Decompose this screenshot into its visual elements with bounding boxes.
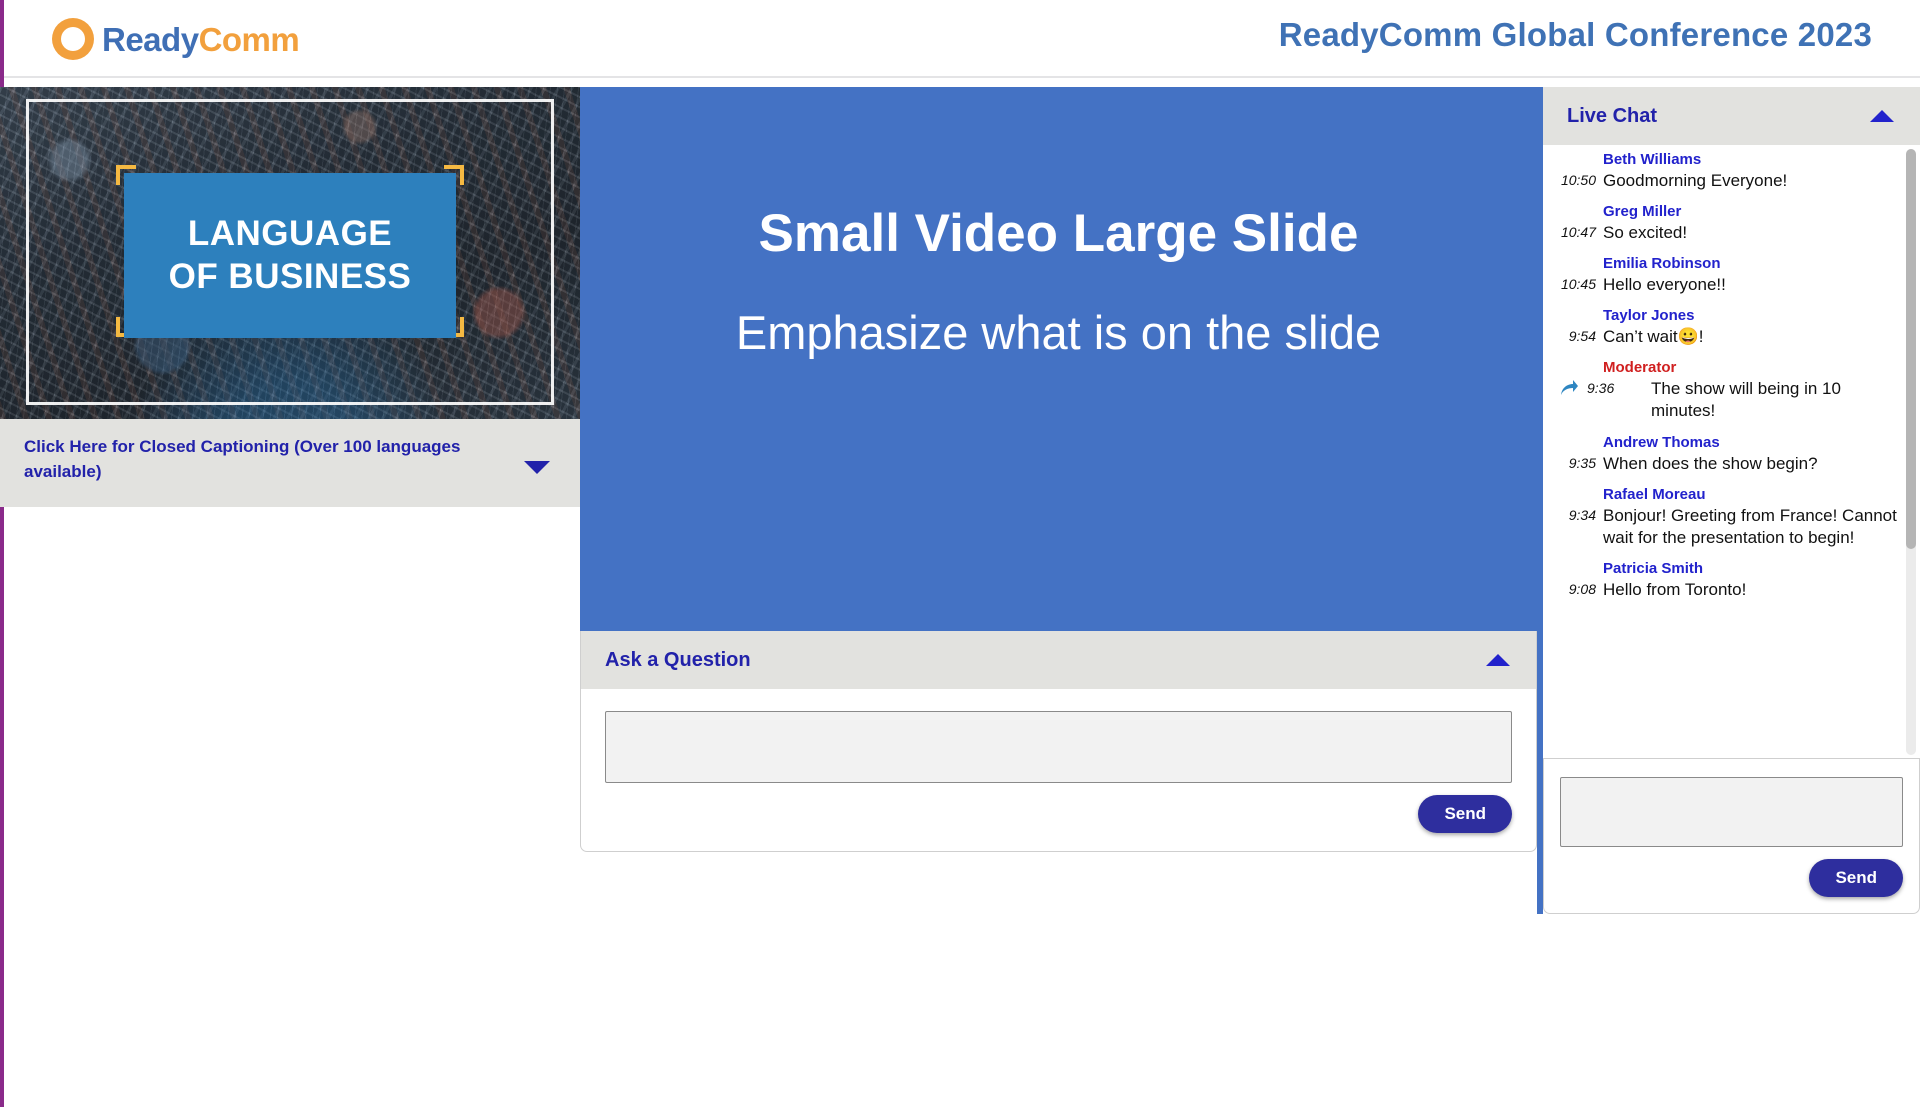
live-chat-compose: Send <box>1543 759 1920 914</box>
chat-message-text: Hello everyone!! <box>1603 275 1726 295</box>
chat-message: Greg Miller 10:47 So excited! <box>1553 203 1898 244</box>
chat-message-text: Can’t wait😀! <box>1603 327 1704 347</box>
live-chat-header[interactable]: Live Chat <box>1543 87 1920 145</box>
chat-message-author: Beth Williams <box>1603 151 1702 168</box>
ask-a-question-panel: Ask a Question Send <box>580 631 1537 852</box>
video-column: LANGUAGE OF BUSINESS Click Here for Clos… <box>0 87 580 507</box>
closed-captioning-label: Click Here for Closed Captioning (Over 1… <box>24 437 461 481</box>
live-chat-scrollbar[interactable] <box>1906 149 1916 755</box>
ask-a-question-header[interactable]: Ask a Question <box>581 631 1536 689</box>
chat-message: Moderator 9:36 The show will being in 10 m… <box>1553 359 1898 422</box>
chat-message-time: 9:08 <box>1568 580 1596 597</box>
chat-message-author: Taylor Jones <box>1603 307 1695 325</box>
brand-name-primary: Ready <box>102 20 199 58</box>
live-chat-label: Live Chat <box>1567 104 1658 127</box>
chat-message-text: The show will being in 10 minutes! <box>1651 379 1841 421</box>
presentation-slide: Small Video Large Slide Emphasize what i… <box>580 87 1537 631</box>
chat-message-author: Andrew Thomas <box>1603 433 1720 451</box>
chat-message-text: Goodmorning Everyone! <box>1603 171 1788 190</box>
live-chat-scrollbar-thumb[interactable] <box>1906 149 1916 549</box>
chat-message-text: So excited! <box>1603 223 1688 243</box>
chat-message-author: Emilia Robinson <box>1603 255 1721 273</box>
chat-message-time: 10:50 <box>1560 172 1596 188</box>
chat-message-row: 10:47 So excited! <box>1553 222 1898 244</box>
chat-message-text: When does the show begin? <box>1603 453 1818 473</box>
chat-message: Patricia Smith 9:08 Hello from Toronto! <box>1553 560 1898 601</box>
chevron-down-icon[interactable] <box>524 461 550 474</box>
chat-message-author: Rafael Moreau <box>1603 485 1706 503</box>
live-chat-message-list: Beth Williams 10:50 Goodmorning Everyone! G… <box>1543 145 1920 601</box>
chat-message: Taylor Jones 9:54 Can’t wait😀! <box>1553 307 1898 348</box>
chat-message-author: Moderator <box>1603 359 1677 377</box>
arrow-circle-icon <box>52 18 94 60</box>
chat-message-row: 9:54 Can’t wait😀! <box>1553 326 1898 348</box>
closed-captioning-bar[interactable]: Click Here for Closed Captioning (Over 1… <box>0 419 580 507</box>
chat-message: Beth Williams 10:50 Goodmorning Everyone! <box>1553 151 1898 192</box>
video-title-line-1: LANGUAGE <box>187 214 393 253</box>
question-input[interactable] <box>605 711 1512 783</box>
chat-message-row: 9:08 Hello from Toronto! <box>1553 579 1898 601</box>
question-send-row: Send <box>605 783 1512 833</box>
chat-message-time: 10:47 <box>1560 224 1596 241</box>
conference-title: ReadyComm Global Conference 2023 <box>1278 16 1872 53</box>
chat-message-time: 9:35 <box>1568 454 1596 471</box>
chat-send-row: Send <box>1560 847 1903 897</box>
chat-message-time: 9:36 <box>1587 380 1615 397</box>
live-chat-scroll-area[interactable]: Beth Williams 10:50 Goodmorning Everyone! G… <box>1543 145 1920 759</box>
ask-a-question-label: Ask a Question <box>605 648 751 671</box>
slide-column: Small Video Large Slide Emphasize what i… <box>580 87 1537 852</box>
video-title-card: LANGUAGE OF BUSINESS <box>124 173 456 338</box>
reply-arrow-icon <box>1559 378 1585 402</box>
chat-message-row: 10:50 Goodmorning Everyone! <box>1553 170 1898 192</box>
chat-message-author: Patricia Smith <box>1603 559 1704 577</box>
chevron-up-icon[interactable] <box>1870 110 1894 122</box>
chat-message-text: Bonjour! Greeting from France! Cannot wa… <box>1603 505 1897 547</box>
slide-title: Small Video Large Slide <box>758 204 1359 263</box>
live-chat-column: Live Chat Beth Williams 10:50 Goodmorning … <box>1537 87 1920 914</box>
brand-logo[interactable]: ReadyComm <box>52 18 300 60</box>
chat-message: Emilia Robinson 10:45 Hello everyone!! <box>1553 255 1898 296</box>
chat-send-button[interactable]: Send <box>1809 859 1903 897</box>
chat-message-text: Hello from Toronto! <box>1603 579 1747 599</box>
video-player[interactable]: LANGUAGE OF BUSINESS <box>0 87 580 419</box>
chevron-up-icon[interactable] <box>1486 654 1510 666</box>
chat-message-row: 9:36 The show will being in 10 minutes! <box>1553 378 1898 422</box>
chat-message-time: 10:45 <box>1560 276 1596 293</box>
chat-message: Rafael Moreau 9:34 Bonjour! Greeting from … <box>1553 486 1898 549</box>
chat-message: Andrew Thomas 9:35 When does the show begi… <box>1553 434 1898 475</box>
chat-message-author: Greg Miller <box>1603 203 1682 221</box>
ask-a-question-body: Send <box>581 689 1536 851</box>
chat-message-row: 10:45 Hello everyone!! <box>1553 274 1898 296</box>
chat-message-time: 9:54 <box>1568 328 1596 345</box>
chat-message-time: 9:34 <box>1568 506 1596 523</box>
brand-name-secondary: Comm <box>198 20 300 58</box>
webcast-console: ReadyComm ReadyComm Global Conference 20… <box>0 0 1920 1107</box>
slide-subtitle: Emphasize what is on the slide <box>735 306 1382 360</box>
chat-message-row: 9:35 When does the show begin? <box>1553 453 1898 475</box>
chat-message-row: 9:34 Bonjour! Greeting from France! Canno… <box>1553 505 1898 549</box>
chat-message-input[interactable] <box>1560 777 1903 847</box>
question-send-button[interactable]: Send <box>1418 795 1512 833</box>
page-header: ReadyComm ReadyComm Global Conference 20… <box>4 0 1920 78</box>
video-title-line-2: OF BUSINESS <box>168 256 412 296</box>
